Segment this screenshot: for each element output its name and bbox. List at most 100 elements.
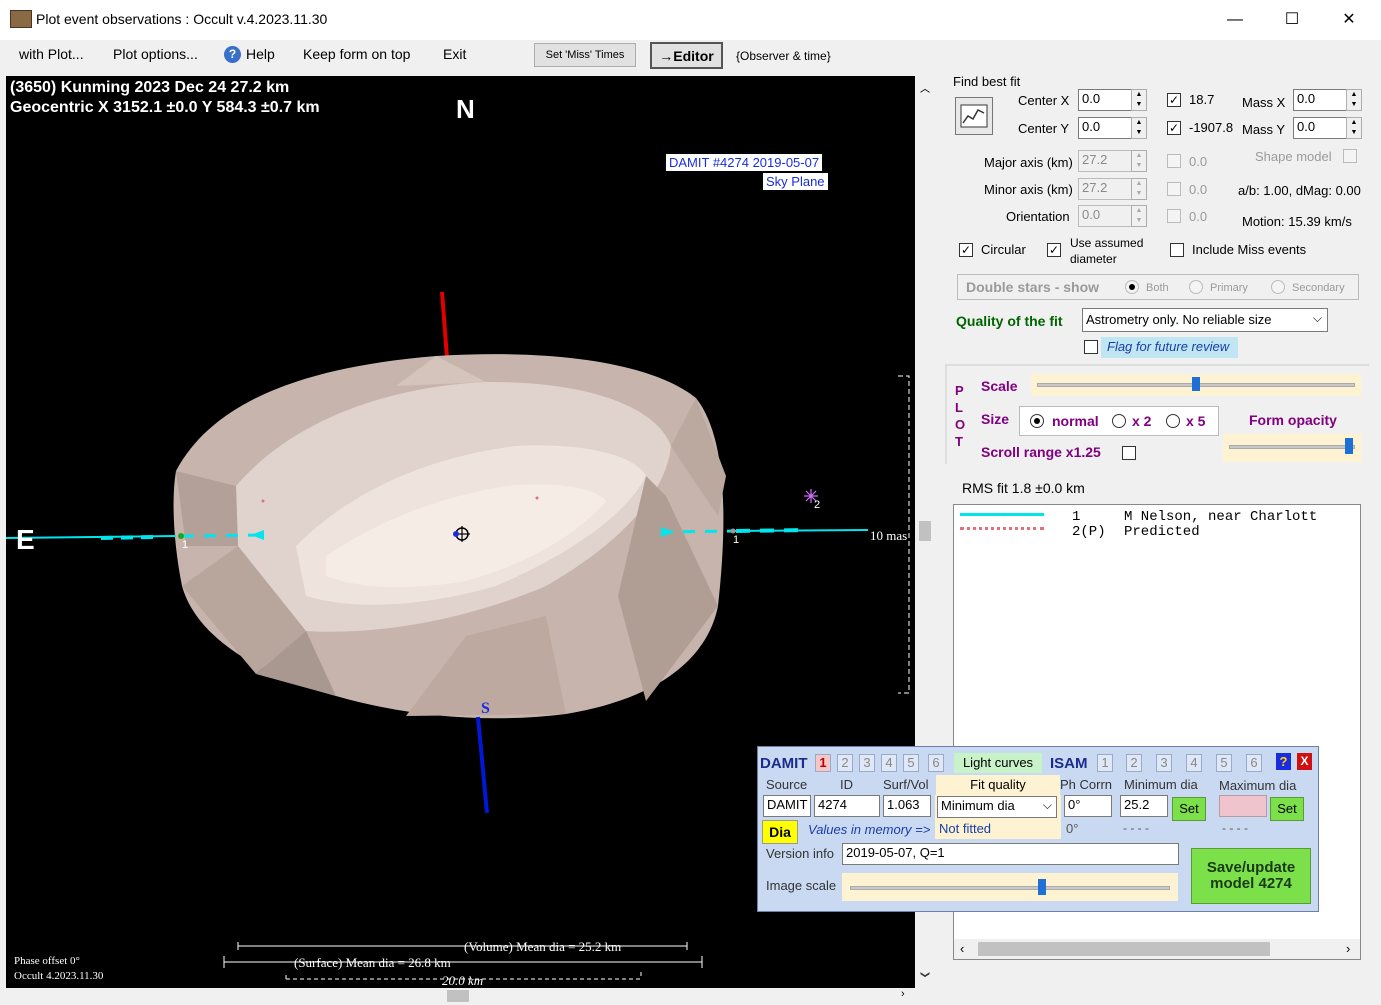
legend-horizontal-scrollbar[interactable]: ‹ › bbox=[954, 939, 1360, 959]
major-axis-value: 0.0 bbox=[1189, 154, 1208, 169]
image-scale-slider[interactable] bbox=[842, 873, 1178, 901]
damit-tab-5[interactable]: 5 bbox=[903, 754, 919, 772]
observer-time-button[interactable]: {Observer & time} bbox=[736, 49, 831, 63]
plot-header-line1: (3650) Kunming 2023 Dec 24 27.2 km bbox=[10, 79, 290, 96]
max-dia-field[interactable] bbox=[1219, 795, 1267, 817]
editor-button[interactable]: →Editor bbox=[650, 42, 723, 69]
menu-exit[interactable]: Exit bbox=[443, 46, 466, 62]
secondary-radio[interactable] bbox=[1271, 280, 1285, 294]
isam-tab-3[interactable]: 3 bbox=[1156, 754, 1172, 772]
use-assumed-diameter-checkbox[interactable]: ✓ bbox=[1047, 243, 1061, 257]
size-x2-radio[interactable] bbox=[1112, 414, 1126, 428]
damit-tab-4[interactable]: 4 bbox=[881, 754, 897, 772]
chord-dash-right bbox=[735, 528, 807, 533]
maximize-button[interactable]: ☐ bbox=[1269, 0, 1315, 40]
isam-tab-2[interactable]: 2 bbox=[1126, 754, 1142, 772]
scroll-down-icon[interactable]: ﹀ bbox=[920, 970, 930, 985]
image-scale-slider-thumb[interactable] bbox=[1038, 879, 1046, 895]
mass-y-input[interactable]: 0.0 bbox=[1293, 117, 1347, 139]
orientation-input[interactable]: 0.0 bbox=[1078, 205, 1132, 227]
plot-horizontal-scrollbar[interactable]: › bbox=[6, 988, 915, 1004]
ph-corrn-field[interactable]: 0° bbox=[1064, 795, 1112, 817]
isam-tab-5[interactable]: 5 bbox=[1216, 754, 1232, 772]
center-y-checkbox[interactable]: ✓ bbox=[1167, 121, 1181, 135]
legend-name-observer: M Nelson, near Charlott bbox=[1124, 509, 1318, 525]
set-miss-times-button[interactable]: Set 'Miss' Times bbox=[534, 43, 636, 67]
size-label: Size bbox=[981, 411, 1010, 427]
dia-button[interactable]: Dia bbox=[762, 820, 798, 844]
scale-slider-thumb[interactable] bbox=[1192, 377, 1200, 391]
minor-axis-label: Minor axis (km) bbox=[984, 182, 1073, 197]
fit-quality-value: Minimum dia bbox=[941, 798, 1015, 813]
fit-quality-dropdown[interactable]: Minimum dia ⌵ bbox=[937, 796, 1057, 818]
center-x-checkbox[interactable]: ✓ bbox=[1167, 93, 1181, 107]
menu-plot-options[interactable]: Plot options... bbox=[113, 46, 198, 62]
circular-checkbox[interactable]: ✓ bbox=[959, 243, 973, 257]
center-x-input[interactable]: 0.0 bbox=[1078, 89, 1132, 111]
major-axis-checkbox[interactable] bbox=[1167, 154, 1181, 168]
secondary-label: Secondary bbox=[1292, 282, 1345, 294]
opacity-slider-thumb[interactable] bbox=[1344, 438, 1353, 454]
damit-tab-3[interactable]: 3 bbox=[859, 754, 875, 772]
orientation-checkbox[interactable] bbox=[1167, 209, 1181, 223]
primary-radio[interactable] bbox=[1189, 280, 1203, 294]
isam-title: ISAM bbox=[1050, 755, 1088, 772]
shape-model-checkbox[interactable] bbox=[1343, 149, 1357, 163]
quality-dropdown[interactable]: Astrometry only. No reliable size ⌵ bbox=[1082, 308, 1328, 332]
scale-slider[interactable] bbox=[1031, 374, 1361, 396]
minor-axis-spinner[interactable]: ▲ ▼ bbox=[1131, 178, 1147, 200]
size-x2-label: x 2 bbox=[1132, 413, 1152, 429]
center-y-spinner[interactable]: ▲ ▼ bbox=[1131, 117, 1147, 139]
damit-panel: DAMIT 1 2 3 4 5 6 Light curves ISAM 1 2 … bbox=[757, 746, 1319, 912]
mass-y-spinner[interactable]: ▲ ▼ bbox=[1346, 117, 1362, 139]
size-normal-radio[interactable] bbox=[1030, 414, 1044, 428]
minor-axis-checkbox[interactable] bbox=[1167, 182, 1181, 196]
minimize-button[interactable]: — bbox=[1212, 0, 1258, 40]
help-icon[interactable]: ? bbox=[1276, 753, 1291, 770]
isam-tab-4[interactable]: 4 bbox=[1186, 754, 1202, 772]
both-radio[interactable] bbox=[1125, 280, 1139, 294]
minor-axis-input[interactable]: 27.2 bbox=[1078, 178, 1132, 200]
mass-x-input[interactable]: 0.0 bbox=[1293, 89, 1347, 111]
find-best-fit-button[interactable] bbox=[955, 97, 993, 135]
orientation-spinner[interactable]: ▲ ▼ bbox=[1131, 205, 1147, 227]
window-title: Plot event observations : Occult v.4.202… bbox=[36, 11, 328, 27]
damit-tab-6[interactable]: 6 bbox=[928, 754, 944, 772]
version-info-field[interactable]: 2019-05-07, Q=1 bbox=[842, 843, 1179, 865]
damit-tab-1[interactable]: 1 bbox=[815, 754, 831, 772]
save-update-model-button[interactable]: Save/update model 4274 bbox=[1191, 848, 1311, 904]
mass-x-spinner[interactable]: ▲ ▼ bbox=[1346, 89, 1362, 111]
isam-tab-1[interactable]: 1 bbox=[1097, 754, 1113, 772]
scroll-up-icon[interactable]: ︿ bbox=[920, 80, 930, 95]
isam-tab-6[interactable]: 6 bbox=[1246, 754, 1262, 772]
major-axis-input[interactable]: 27.2 bbox=[1078, 150, 1132, 172]
help-icon[interactable]: ? bbox=[224, 46, 241, 63]
major-axis-spinner[interactable]: ▲ ▼ bbox=[1131, 150, 1147, 172]
center-x-spinner[interactable]: ▲ ▼ bbox=[1131, 89, 1147, 111]
menu-keep-on-top[interactable]: Keep form on top bbox=[303, 46, 410, 62]
vertical-scroll-thumb[interactable] bbox=[919, 521, 931, 541]
scroll-range-checkbox[interactable] bbox=[1122, 446, 1136, 460]
surf-vol-field[interactable]: 1.063 bbox=[883, 795, 931, 817]
horizontal-scroll-thumb[interactable] bbox=[447, 990, 469, 1002]
size-x5-radio[interactable] bbox=[1166, 414, 1180, 428]
opacity-slider[interactable] bbox=[1223, 434, 1361, 462]
light-curves-button[interactable]: Light curves bbox=[954, 753, 1042, 773]
center-y-input[interactable]: 0.0 bbox=[1078, 117, 1132, 139]
flag-review-checkbox[interactable] bbox=[1084, 340, 1098, 354]
menu-bar: with Plot... Plot options... ? Help Keep… bbox=[0, 40, 1381, 72]
include-miss-checkbox[interactable] bbox=[1170, 243, 1184, 257]
menu-help[interactable]: Help bbox=[246, 46, 275, 62]
menu-with-plot[interactable]: with Plot... bbox=[19, 46, 84, 62]
damit-tab-2[interactable]: 2 bbox=[837, 754, 853, 772]
legend-scroll-thumb[interactable] bbox=[978, 942, 1270, 956]
close-button[interactable]: ✕ bbox=[1326, 0, 1372, 40]
close-icon[interactable]: X bbox=[1297, 753, 1312, 770]
size-normal-label: normal bbox=[1052, 413, 1099, 429]
set-min-dia-button[interactable]: Set bbox=[1172, 797, 1206, 821]
id-field[interactable]: 4274 bbox=[814, 795, 880, 817]
min-dia-field[interactable]: 25.2 bbox=[1120, 795, 1168, 817]
primary-label: Primary bbox=[1210, 282, 1248, 294]
source-field[interactable]: DAMIT bbox=[763, 795, 811, 817]
set-max-dia-button[interactable]: Set bbox=[1270, 797, 1304, 821]
